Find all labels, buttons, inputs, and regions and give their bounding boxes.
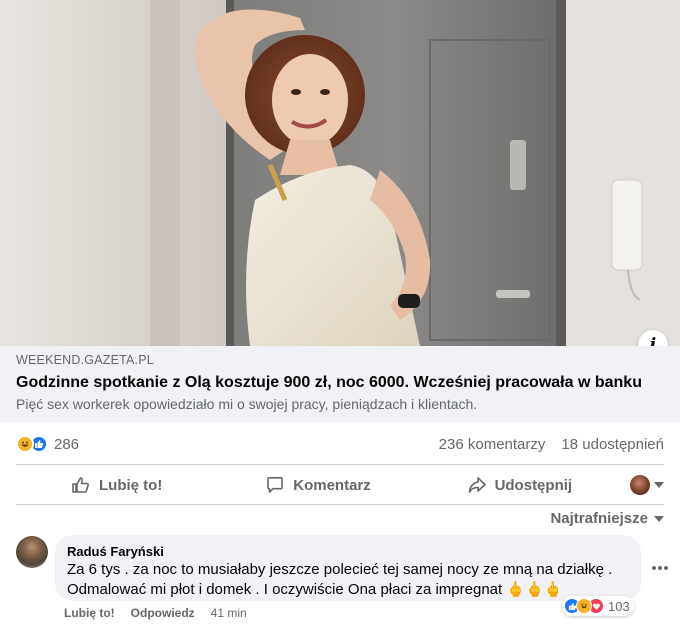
like-button[interactable]: Lubię to! — [16, 467, 217, 503]
comment-reactions[interactable]: 103 — [562, 596, 634, 616]
post-actions: Lubię to! Komentarz Udostępnij — [16, 466, 664, 504]
comment-actions: Lubię to! Odpowiedz 41 min — [64, 606, 247, 620]
comment-icon — [267, 477, 284, 493]
reactions-count: 286 — [54, 435, 80, 453]
comment-author[interactable]: Raduś Faryński — [67, 543, 629, 560]
post-image[interactable]: i — [0, 0, 680, 346]
link-preview[interactable]: WEEKEND.GAZETA.PL Godzinne spotkanie z O… — [0, 346, 680, 422]
comment-timestamp[interactable]: 41 min — [211, 606, 247, 620]
link-title[interactable]: Godzinne spotkanie z Olą kosztuje 900 zł… — [16, 372, 664, 394]
comment-text-line-1: Za 6 tys . za noc to musiałaby jeszcze p… — [67, 561, 613, 578]
share-button-label: Udostępnij — [494, 476, 573, 494]
divider — [16, 504, 664, 505]
comments-count-link[interactable]: 236 komentarzy — [439, 436, 546, 453]
photo-illustration — [0, 0, 680, 346]
comments-sort-label: Najtrafniejsze — [550, 509, 648, 527]
like-button-label: Lubię to! — [99, 476, 163, 494]
divider — [16, 464, 664, 465]
chevron-down-icon — [653, 482, 664, 488]
comment-text-line-2: Odmalować mi płot i domek . I oczywiście… — [67, 581, 563, 598]
link-domain: WEEKEND.GAZETA.PL — [16, 353, 154, 367]
comment-button[interactable]: Komentarz — [217, 467, 418, 503]
chevron-down-icon — [654, 515, 664, 522]
comment-button-label: Komentarz — [293, 476, 371, 494]
reactions-summary[interactable]: 286 — [16, 435, 79, 453]
comment-reactions-count: 103 — [608, 598, 630, 614]
link-description: Pięć sex workerek opowiedziało mi o swoj… — [16, 396, 478, 412]
post-stats: 286 236 komentarzy 18 udostępnień — [16, 430, 664, 458]
comments-sort-dropdown[interactable]: Najtrafniejsze — [550, 508, 664, 528]
thumbs-up-icon — [72, 477, 89, 493]
comment-reply-link[interactable]: Odpowiedz — [131, 606, 195, 620]
audience-selector[interactable] — [620, 475, 664, 495]
shares-count-link[interactable]: 18 udostępnień — [561, 436, 664, 453]
comment-like-link[interactable]: Lubię to! — [64, 606, 115, 620]
comment-author-avatar[interactable] — [16, 536, 48, 568]
share-button[interactable]: Udostępnij — [419, 467, 620, 503]
share-icon — [468, 477, 486, 493]
avatar — [629, 475, 650, 495]
haha-reaction-icon — [576, 598, 592, 614]
more-options-icon[interactable] — [652, 560, 668, 576]
comment-bubble: Raduś Faryński Za 6 tys . za noc to musi… — [55, 535, 641, 601]
haha-reaction-icon — [16, 435, 34, 453]
